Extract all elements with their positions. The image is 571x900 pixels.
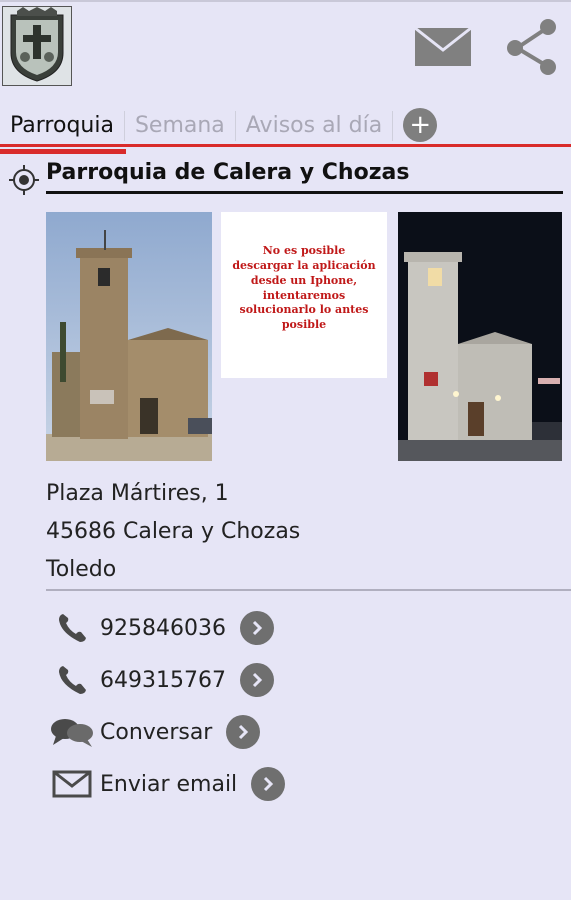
contact-phone-2[interactable]: 649315767	[50, 660, 274, 700]
phone-icon	[50, 662, 94, 698]
plus-icon: +	[409, 110, 432, 140]
chevron-right-icon[interactable]	[239, 663, 274, 697]
section-divider	[46, 589, 571, 591]
app-bar	[0, 0, 571, 88]
phone-icon	[50, 610, 94, 646]
chevron-right-icon[interactable]	[239, 611, 274, 645]
chevron-right-icon[interactable]	[251, 767, 286, 801]
parish-logo[interactable]	[2, 6, 72, 86]
church-night-photo[interactable]	[398, 212, 564, 461]
tabs-rule	[0, 144, 571, 147]
phone-number: 925846036	[100, 615, 226, 641]
mail-icon	[414, 26, 472, 66]
mail-icon	[50, 766, 94, 802]
add-tab-button[interactable]: +	[403, 108, 438, 142]
tab-label: Avisos al día	[245, 113, 383, 138]
phone-number: 649315767	[100, 667, 226, 693]
notice-text: No es posible descargar la aplicación de…	[232, 244, 376, 332]
mail-button[interactable]	[413, 16, 473, 80]
share-icon	[507, 19, 556, 75]
tab-parroquia[interactable]: Parroquia	[0, 104, 126, 154]
location-target-icon[interactable]	[8, 164, 40, 196]
contact-chat[interactable]: Conversar	[50, 712, 261, 752]
chat-label: Conversar	[100, 719, 213, 745]
section-header: Parroquia de Calera y Chozas	[8, 160, 563, 196]
address-line-province: Toledo	[46, 557, 117, 582]
tab-semana[interactable]: Semana	[125, 104, 235, 148]
tab-label: Parroquia	[10, 113, 114, 138]
active-tab-indicator	[0, 149, 126, 154]
share-button[interactable]	[501, 16, 561, 80]
contact-email[interactable]: Enviar email	[50, 764, 286, 804]
tab-divider	[392, 111, 394, 141]
chat-icon	[50, 714, 94, 750]
tab-avisos[interactable]: Avisos al día	[236, 104, 392, 148]
tab-label: Semana	[134, 113, 225, 138]
tab-bar: Parroquia Semana Avisos al día +	[0, 92, 571, 154]
chevron-right-icon[interactable]	[226, 715, 261, 749]
iphone-notice: No es posible descargar la aplicación de…	[221, 212, 387, 378]
page-title: Parroquia de Calera y Chozas	[46, 160, 410, 185]
contact-phone-1[interactable]: 925846036	[50, 608, 274, 648]
email-label: Enviar email	[100, 771, 238, 797]
address-line-street: Plaza Mártires, 1	[46, 481, 229, 506]
address-line-city: 45686 Calera y Chozas	[46, 519, 301, 544]
title-underline	[46, 191, 563, 194]
address-block: Plaza Mártires, 1 45686 Calera y Chozas …	[46, 475, 300, 589]
church-day-photo[interactable]	[46, 212, 212, 461]
